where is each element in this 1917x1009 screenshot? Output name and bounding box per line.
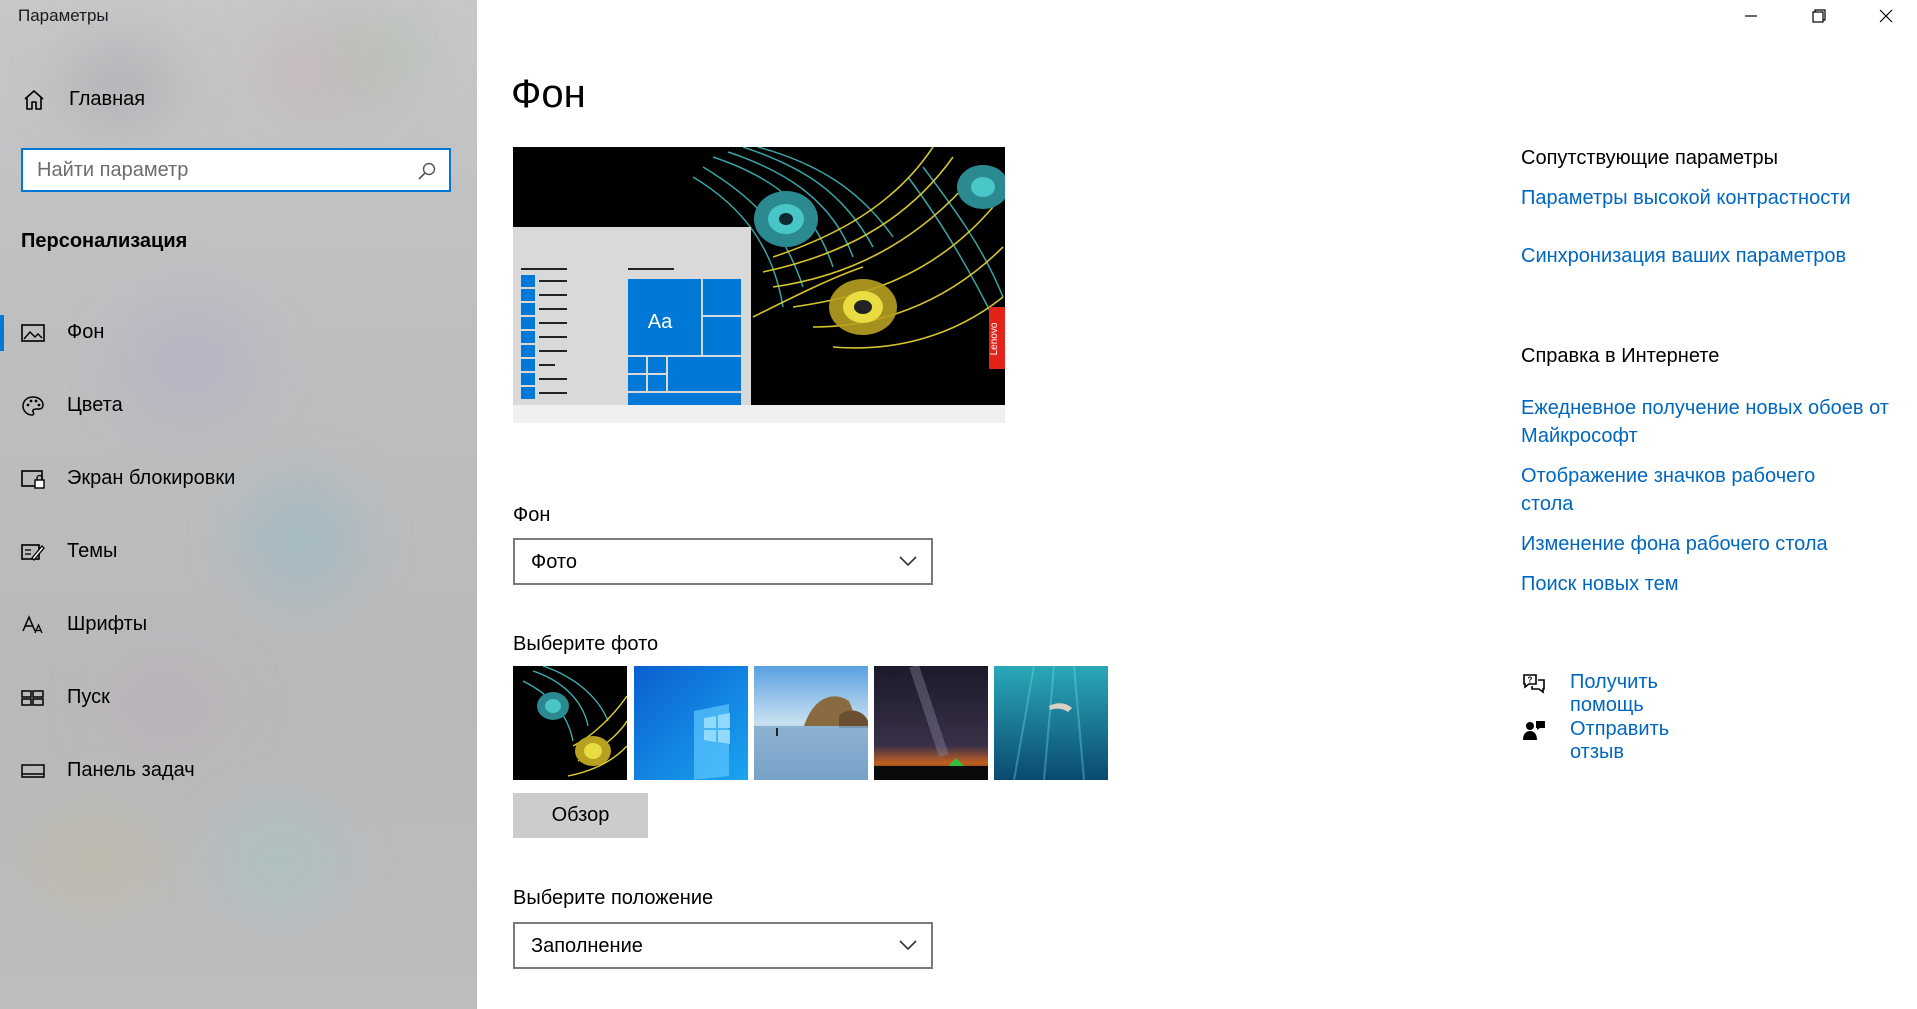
desktop-icons-link[interactable]: Отображение значков рабочего стола bbox=[1521, 462, 1851, 518]
sidebar-item-label: Темы bbox=[67, 540, 118, 562]
chevron-down-icon bbox=[899, 556, 917, 567]
sidebar-item-home[interactable]: Главная bbox=[0, 78, 477, 122]
dropdown-value: Фото bbox=[531, 551, 577, 573]
sidebar-item-themes[interactable]: Темы bbox=[0, 528, 477, 576]
sidebar-item-label: Экран блокировки bbox=[67, 467, 236, 489]
beach-thumbnail-image bbox=[754, 666, 868, 780]
palette-icon bbox=[22, 396, 44, 416]
change-background-link[interactable]: Изменение фона рабочего стола bbox=[1521, 530, 1828, 558]
sidebar: Параметры Главная Персонализация Фон Цве… bbox=[0, 0, 477, 1009]
sidebar-item-label: Фон bbox=[67, 321, 105, 343]
sidebar-item-label: Главная bbox=[69, 88, 146, 110]
picture-icon bbox=[21, 324, 45, 342]
close-icon bbox=[1879, 9, 1893, 23]
send-feedback-link: Отправить отзыв bbox=[1570, 718, 1670, 763]
sidebar-item-label: Цвета bbox=[67, 394, 123, 416]
preview-tile-text: Aa bbox=[647, 311, 673, 333]
svg-text:?: ? bbox=[1528, 676, 1533, 685]
get-help-link: Получить помощь bbox=[1570, 671, 1658, 716]
themes-icon bbox=[21, 544, 45, 561]
sidebar-item-label: Панель задач bbox=[67, 759, 195, 781]
background-label: Фон bbox=[513, 504, 551, 526]
photo-thumbnail-windows[interactable] bbox=[634, 666, 748, 780]
taskbar-icon bbox=[21, 764, 45, 778]
sidebar-item-label: Шрифты bbox=[67, 613, 148, 635]
backdrop-blur bbox=[220, 810, 340, 910]
choose-photo-label: Выберите фото bbox=[513, 633, 659, 655]
sidebar-item-colors[interactable]: Цвета bbox=[0, 382, 477, 430]
windows-logo-thumbnail-image bbox=[634, 666, 748, 780]
help-chat-icon: ? bbox=[1523, 674, 1545, 694]
high-contrast-link[interactable]: Параметры высокой контрастности bbox=[1521, 184, 1851, 212]
position-dropdown[interactable]: Заполнение bbox=[513, 922, 933, 969]
sidebar-item-fonts[interactable]: Шрифты bbox=[0, 601, 477, 649]
fonts-icon bbox=[22, 615, 43, 634]
close-button[interactable] bbox=[1853, 0, 1917, 32]
minimize-icon bbox=[1745, 15, 1757, 17]
minimize-button[interactable] bbox=[1717, 0, 1785, 32]
sync-settings-link[interactable]: Синхронизация ваших параметров bbox=[1521, 242, 1846, 270]
find-themes-link[interactable]: Поиск новых тем bbox=[1521, 570, 1679, 598]
underwater-thumbnail-image bbox=[994, 666, 1108, 780]
window-title: Параметры bbox=[18, 6, 109, 25]
daily-wallpapers-link[interactable]: Ежедневное получение новых обоев от Майк… bbox=[1521, 394, 1911, 450]
web-help-heading: Справка в Интернете bbox=[1521, 345, 1720, 367]
feedback-icon bbox=[1523, 721, 1545, 740]
night-sky-thumbnail-image bbox=[874, 666, 988, 780]
home-icon bbox=[24, 90, 44, 110]
browse-button[interactable]: Обзор bbox=[513, 793, 648, 838]
search-input[interactable] bbox=[37, 158, 397, 182]
sidebar-item-taskbar[interactable]: Панель задач bbox=[0, 747, 477, 795]
dropdown-value: Заполнение bbox=[531, 935, 643, 957]
sidebar-item-label: Пуск bbox=[67, 686, 110, 708]
sidebar-item-lock-screen[interactable]: Экран блокировки bbox=[0, 455, 477, 503]
restore-button[interactable] bbox=[1785, 0, 1853, 32]
background-preview: Lenovo Aa bbox=[513, 147, 1005, 423]
sidebar-item-start[interactable]: Пуск bbox=[0, 674, 477, 722]
section-title: Персонализация bbox=[21, 230, 188, 252]
peacock-thumbnail-image bbox=[513, 666, 627, 780]
position-label: Выберите положение bbox=[513, 887, 714, 909]
start-icon bbox=[21, 690, 44, 706]
search-icon[interactable] bbox=[417, 161, 437, 181]
related-settings-heading: Сопутствующие параметры bbox=[1521, 147, 1779, 169]
chevron-down-icon bbox=[899, 940, 917, 951]
restore-icon bbox=[1812, 9, 1826, 23]
page-title: Фон bbox=[511, 72, 586, 116]
lock-screen-icon bbox=[21, 470, 45, 489]
photo-thumbnail-beach[interactable] bbox=[754, 666, 868, 780]
background-type-dropdown[interactable]: Фото bbox=[513, 538, 933, 585]
search-box[interactable] bbox=[21, 148, 451, 192]
photo-thumbnail-night-sky[interactable] bbox=[874, 666, 988, 780]
backdrop-blur bbox=[20, 800, 170, 920]
lenovo-watermark: Lenovo bbox=[989, 322, 1000, 355]
sidebar-item-background[interactable]: Фон bbox=[0, 309, 477, 357]
photo-thumbnail-underwater[interactable] bbox=[994, 666, 1108, 780]
photo-thumbnail-peacock[interactable] bbox=[513, 666, 627, 780]
